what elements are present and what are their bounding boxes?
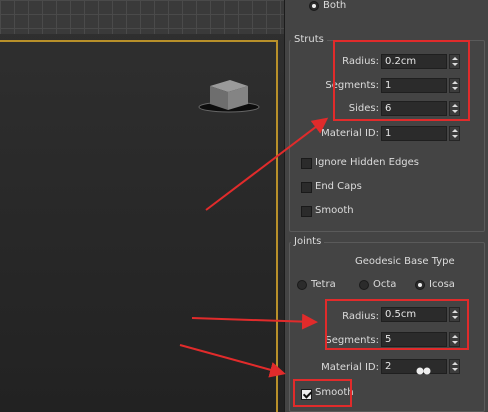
tetra-label: Tetra [311, 279, 336, 290]
joints-highlight-box [325, 299, 469, 350]
joints-material-id-label: Material ID: [321, 362, 379, 373]
octa-radio[interactable] [359, 280, 369, 290]
geodesic-base-type-label: Geodesic Base Type [355, 256, 455, 267]
struts-material-id-arrows[interactable] [449, 126, 460, 141]
end-caps-checkbox[interactable] [301, 182, 312, 193]
struts-title: Struts [291, 34, 327, 45]
both-radio[interactable] [309, 1, 319, 11]
ignore-hidden-edges-checkbox[interactable] [301, 158, 312, 169]
both-label: Both [323, 0, 347, 11]
end-caps-label: End Caps [315, 181, 362, 192]
struts-material-id-spinner[interactable]: 1 [381, 126, 461, 141]
struts-highlight-box [333, 40, 470, 121]
struts-material-id-input[interactable]: 1 [381, 126, 447, 141]
icosa-label: Icosa [429, 279, 455, 290]
smooth-highlight-box [293, 379, 352, 407]
joints-material-id-arrows[interactable] [449, 359, 460, 374]
viewcube-icon[interactable] [194, 76, 264, 116]
viewport[interactable] [0, 0, 284, 412]
ignore-hidden-edges-label: Ignore Hidden Edges [315, 157, 420, 168]
struts-smooth-checkbox[interactable] [301, 206, 312, 217]
tetra-radio[interactable] [297, 280, 307, 290]
joints-title: Joints [291, 236, 325, 247]
icosa-radio[interactable] [415, 280, 425, 290]
cursor-blob-icon [416, 367, 431, 375]
joints-material-id-input[interactable]: 2 [381, 359, 447, 374]
struts-material-id-label: Material ID: [321, 128, 379, 139]
octa-label: Octa [373, 279, 397, 290]
struts-smooth-label: Smooth [315, 205, 354, 216]
viewport-grid [0, 0, 284, 34]
